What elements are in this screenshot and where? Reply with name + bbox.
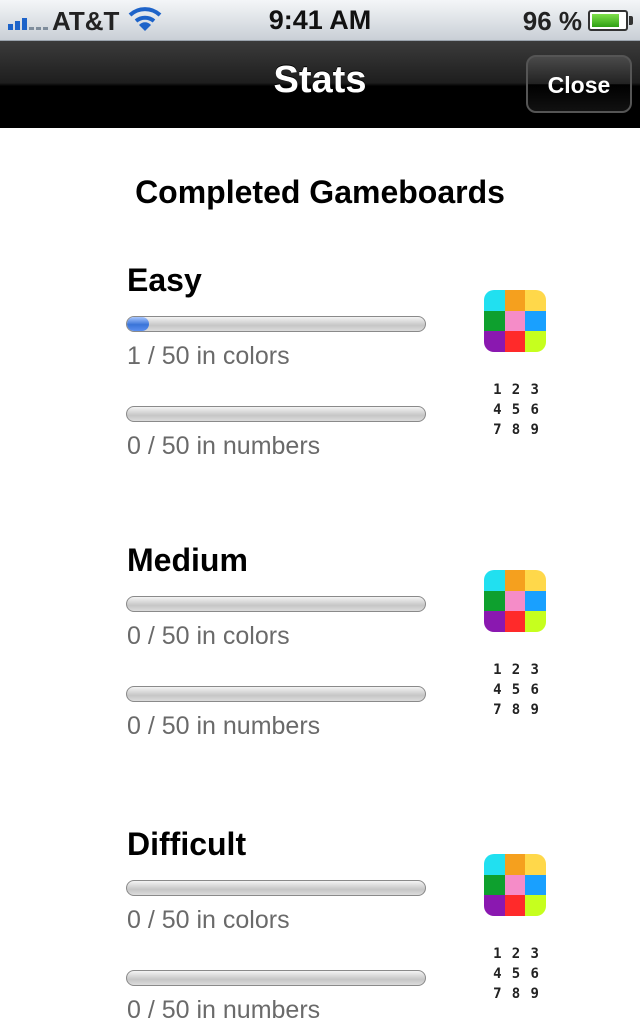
level-name: Easy — [127, 262, 202, 298]
color-tile — [504, 611, 526, 632]
number-glyph: 2 — [511, 662, 521, 678]
number-glyph: 6 — [530, 402, 539, 418]
color-tile — [484, 310, 505, 332]
colors-progress-bar — [126, 596, 426, 612]
color-tile — [525, 895, 546, 916]
color-tile — [525, 331, 546, 352]
color-tile — [484, 854, 505, 875]
number-glyph: 5 — [511, 682, 521, 698]
number-glyph: 9 — [530, 702, 539, 718]
number-glyph: 8 — [511, 986, 521, 1002]
status-bar: AT&T 9:41 AM 96 % — [0, 0, 640, 41]
numbers-mode-icon: 123 456 789 — [488, 382, 544, 439]
numbers-progress-label: 0 / 50 in numbers — [127, 712, 321, 740]
color-tile — [484, 290, 505, 311]
battery-percentage: 96 % — [522, 6, 582, 36]
colors-progress-bar — [126, 316, 426, 332]
number-glyph: 9 — [530, 422, 539, 438]
color-tile — [484, 895, 505, 916]
numbers-progress-bar — [126, 686, 426, 702]
colors-progress-bar — [126, 880, 426, 896]
numbers-progress-label: 0 / 50 in numbers — [127, 996, 321, 1024]
number-glyph: 8 — [511, 702, 521, 718]
number-glyph: 2 — [511, 946, 521, 962]
battery-fill — [592, 14, 619, 27]
color-tile — [504, 310, 526, 332]
color-tile — [504, 570, 526, 591]
number-glyph: 2 — [511, 382, 521, 398]
number-glyph: 1 — [493, 662, 502, 678]
colors-mode-icon — [484, 570, 546, 632]
number-glyph: 4 — [493, 682, 502, 698]
number-glyph: 4 — [493, 402, 502, 418]
number-glyph: 6 — [530, 682, 539, 698]
level-name: Medium — [127, 542, 248, 578]
numbers-mode-icon: 123 456 789 — [488, 946, 544, 1003]
color-tile — [525, 854, 546, 875]
color-tile — [525, 570, 546, 591]
color-tile — [484, 611, 505, 632]
number-glyph: 3 — [530, 946, 539, 962]
number-glyph: 7 — [493, 986, 502, 1002]
colors-mode-icon — [484, 854, 546, 916]
numbers-progress-bar — [126, 970, 426, 986]
number-glyph: 5 — [511, 966, 521, 982]
numbers-progress-bar — [126, 406, 426, 422]
color-tile — [484, 331, 505, 352]
number-glyph: 5 — [511, 402, 521, 418]
color-tile — [484, 874, 505, 896]
number-glyph: 4 — [493, 966, 502, 982]
color-tile — [504, 290, 526, 311]
number-glyph: 3 — [530, 662, 539, 678]
number-glyph: 1 — [493, 946, 502, 962]
section-title: Completed Gameboards — [135, 174, 505, 210]
color-tile — [504, 874, 526, 896]
numbers-mode-icon: 123 456 789 — [488, 662, 544, 719]
number-glyph: 9 — [530, 986, 539, 1002]
level-name: Difficult — [127, 826, 247, 862]
color-tile — [525, 290, 546, 311]
navigation-bar: Stats Close — [0, 41, 640, 128]
color-tile — [525, 590, 546, 612]
colors-progress-label: 0 / 50 in colors — [127, 906, 290, 934]
number-glyph: 7 — [493, 702, 502, 718]
number-glyph: 7 — [493, 422, 502, 438]
color-tile — [484, 590, 505, 612]
battery-icon — [588, 10, 633, 31]
color-tile — [525, 874, 546, 896]
number-glyph: 3 — [530, 382, 539, 398]
color-tile — [504, 590, 526, 612]
number-glyph: 8 — [511, 422, 521, 438]
colors-mode-icon — [484, 290, 546, 352]
progress-fill — [127, 317, 149, 331]
color-tile — [484, 570, 505, 591]
color-tile — [504, 331, 526, 352]
color-tile — [504, 854, 526, 875]
color-tile — [525, 611, 546, 632]
color-tile — [504, 895, 526, 916]
numbers-progress-label: 0 / 50 in numbers — [127, 432, 321, 460]
color-tile — [525, 310, 546, 332]
number-glyph: 1 — [493, 382, 502, 398]
colors-progress-label: 1 / 50 in colors — [127, 342, 290, 370]
close-button[interactable]: Close — [526, 55, 632, 113]
number-glyph: 6 — [530, 966, 539, 982]
colors-progress-label: 0 / 50 in colors — [127, 622, 290, 650]
